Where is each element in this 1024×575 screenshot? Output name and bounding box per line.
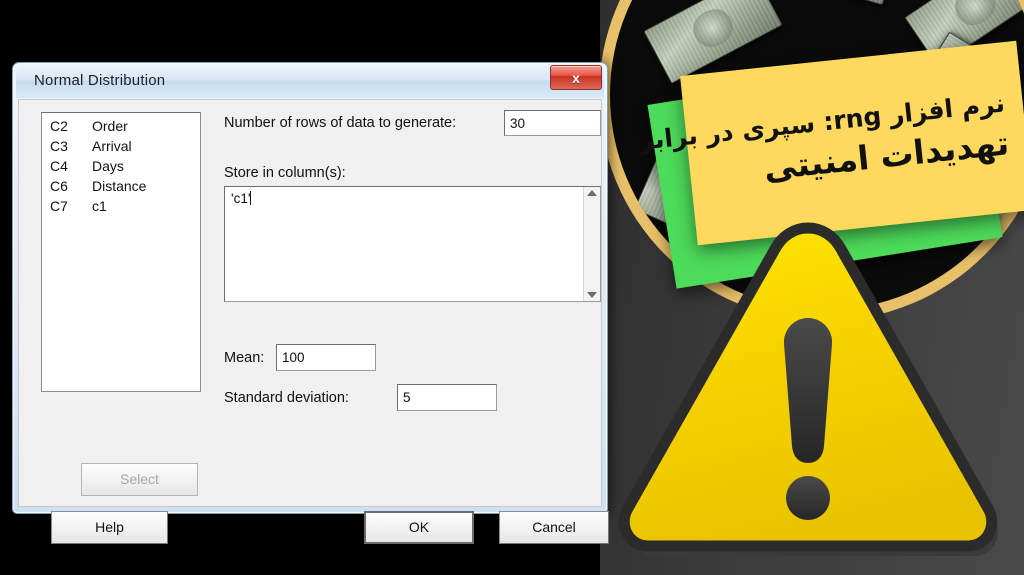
close-icon[interactable]: x <box>550 65 602 90</box>
list-item-column: C7 <box>50 198 68 214</box>
list-item[interactable]: C6 Distance <box>42 176 200 196</box>
text-caret <box>250 191 252 205</box>
list-item[interactable]: C4 Days <box>42 156 200 176</box>
list-item-name: Arrival <box>92 138 132 154</box>
banknote <box>753 0 901 6</box>
normal-distribution-dialog: Normal Distribution x C2 Order C3 Arriva… <box>12 62 609 544</box>
cancel-button[interactable]: Cancel <box>499 511 609 544</box>
store-columns-value-wrap[interactable]: 'c1' <box>225 187 583 301</box>
dialog-body: C2 Order C3 Arrival C4 Days C6 Distance … <box>18 99 609 544</box>
help-button[interactable]: Help <box>51 511 168 544</box>
warning-triangle-svg <box>618 222 998 556</box>
dialog-titlebar[interactable]: Normal Distribution x <box>16 65 604 98</box>
standard-deviation-input[interactable] <box>397 384 497 411</box>
mean-input[interactable] <box>276 344 376 371</box>
warning-triangle-icon <box>608 210 1008 570</box>
textarea-scrollbar[interactable] <box>583 187 600 301</box>
rows-label: Number of rows of data to generate: <box>224 115 457 131</box>
list-item-name: Order <box>92 118 128 134</box>
select-button: Select <box>81 463 198 496</box>
screen: نرم افزار rng: سپری در برابر تهدیدات امن… <box>0 0 1024 575</box>
list-item-column: C2 <box>50 118 68 134</box>
variable-listbox[interactable]: C2 Order C3 Arrival C4 Days C6 Distance … <box>41 112 201 392</box>
list-item-column: C4 <box>50 158 68 174</box>
list-item-name: c1 <box>92 198 107 214</box>
list-item-column: C6 <box>50 178 68 194</box>
rows-input[interactable] <box>504 110 601 136</box>
promo-graphic: نرم افزار rng: سپری در برابر تهدیدات امن… <box>600 0 1024 575</box>
store-label: Store in column(s): <box>224 165 346 181</box>
scroll-down-icon[interactable] <box>587 292 597 298</box>
list-item[interactable]: C3 Arrival <box>42 136 200 156</box>
list-item[interactable]: C2 Order <box>42 116 200 136</box>
list-item-name: Distance <box>92 178 147 194</box>
store-columns-textarea[interactable]: 'c1' <box>224 186 601 302</box>
standard-deviation-label: Standard deviation: <box>224 390 349 406</box>
list-item[interactable]: C7 c1 <box>42 196 200 216</box>
store-columns-value: 'c1' <box>231 191 251 206</box>
ok-button[interactable]: OK <box>364 511 474 544</box>
list-item-name: Days <box>92 158 124 174</box>
list-item-column: C3 <box>50 138 68 154</box>
dialog-title: Normal Distribution <box>34 72 166 89</box>
mean-label: Mean: <box>224 350 265 366</box>
scroll-up-icon[interactable] <box>587 190 597 196</box>
